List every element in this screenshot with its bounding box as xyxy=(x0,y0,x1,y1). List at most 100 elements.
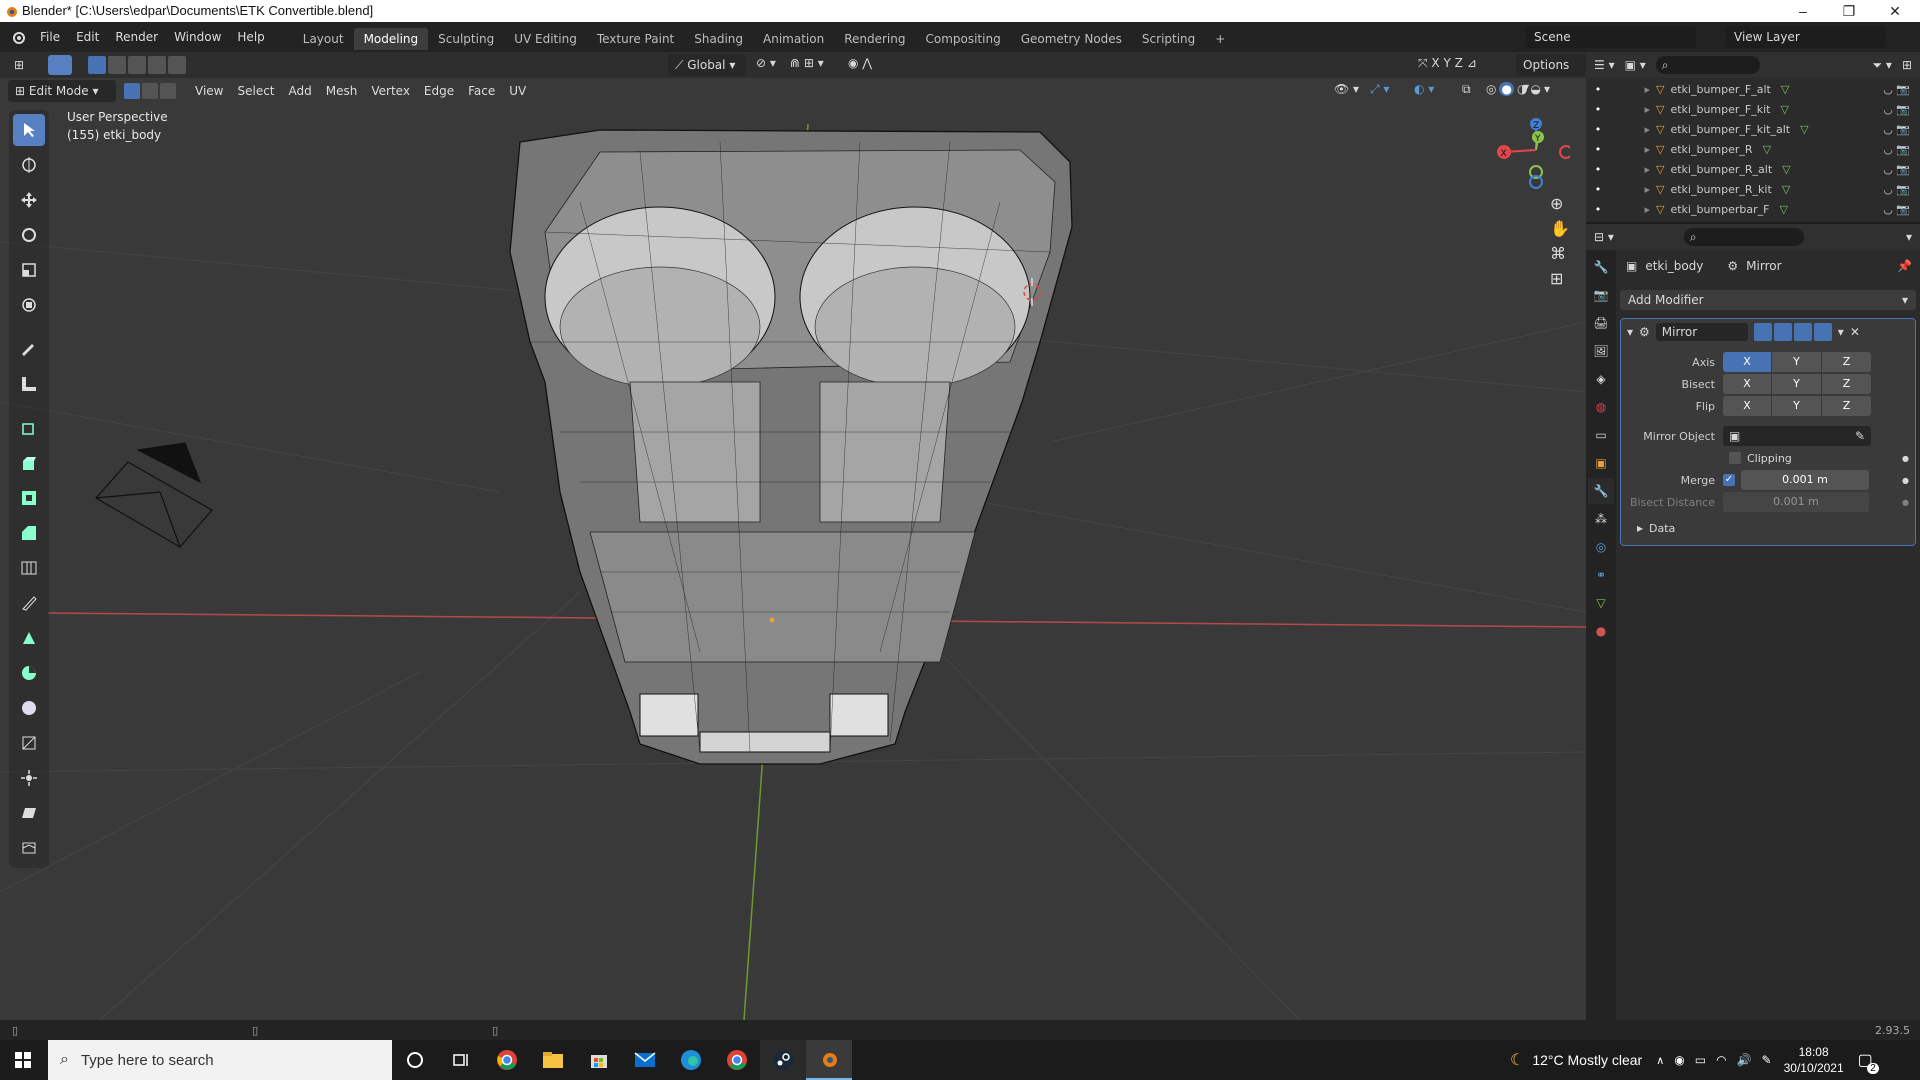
annotate-tool-icon[interactable] xyxy=(13,333,45,365)
extrude-tool-icon[interactable] xyxy=(13,447,45,479)
webcam-icon[interactable]: ◉ xyxy=(1674,1053,1684,1067)
bisect-z-toggle[interactable]: Z xyxy=(1822,374,1871,394)
outliner-item[interactable]: • ▸ ▽ etki_bumper_F_kit_alt ▽ ◡ 📷 xyxy=(1586,120,1920,140)
blender-taskbar-icon[interactable] xyxy=(806,1040,852,1080)
menu-window[interactable]: Window xyxy=(166,22,229,52)
poly-build-tool-icon[interactable] xyxy=(13,622,45,654)
volume-icon[interactable]: 🔊 xyxy=(1737,1053,1752,1067)
merge-distance-field[interactable]: 0.001 m xyxy=(1741,470,1869,490)
blender-menu-icon[interactable] xyxy=(10,29,26,45)
file-explorer-icon[interactable] xyxy=(530,1040,576,1080)
ortho-grid-icon[interactable]: ⊞ xyxy=(1550,269,1570,288)
data-tab-icon[interactable]: ▽ xyxy=(1588,590,1614,616)
zoom-icon[interactable]: ⊕ xyxy=(1550,194,1570,213)
scale-tool-icon[interactable] xyxy=(13,254,45,286)
remove-modifier-icon[interactable]: ✕ xyxy=(1850,325,1860,339)
scene-tab-icon[interactable]: ◈ xyxy=(1588,366,1614,392)
smooth-tool-icon[interactable] xyxy=(13,692,45,724)
add-workspace-icon[interactable]: + xyxy=(1205,28,1235,50)
add-cube-tool-icon[interactable] xyxy=(13,412,45,444)
menu-help[interactable]: Help xyxy=(229,22,272,52)
modifier-name-input[interactable]: Mirror xyxy=(1655,323,1748,341)
data-subpanel[interactable]: ▸ Data xyxy=(1621,517,1915,539)
object-tab-icon[interactable]: ▣ xyxy=(1588,450,1614,476)
bisect-y-toggle[interactable]: Y xyxy=(1772,374,1821,394)
tab-layout[interactable]: Layout xyxy=(293,28,354,50)
outliner-item[interactable]: • ▸ ▽ etki_bumper_R ▽ ◡ 📷 xyxy=(1586,140,1920,160)
tab-rendering[interactable]: Rendering xyxy=(834,28,915,50)
weather-moon-icon[interactable]: ☾ xyxy=(1510,1050,1524,1070)
wifi-icon[interactable]: ◠ xyxy=(1716,1053,1726,1067)
inset-tool-icon[interactable] xyxy=(13,482,45,514)
tab-compositing[interactable]: Compositing xyxy=(915,28,1010,50)
rip-region-tool-icon[interactable] xyxy=(13,832,45,864)
clock[interactable]: 18:08 30/10/2021 xyxy=(1784,1044,1844,1076)
pin-icon[interactable]: 📌 xyxy=(1897,259,1916,273)
cortana-icon[interactable] xyxy=(392,1040,438,1080)
flip-y-toggle[interactable]: Y xyxy=(1772,396,1821,416)
tab-uv-editing[interactable]: UV Editing xyxy=(504,28,587,50)
close-window-button[interactable]: ✕ xyxy=(1872,0,1918,22)
render-tab-icon[interactable]: 📷 xyxy=(1588,282,1614,308)
minimize-button[interactable]: – xyxy=(1780,0,1826,22)
select-tool-icon[interactable] xyxy=(13,114,45,146)
taskbar-search-box[interactable]: ⌕ Type here to search xyxy=(48,1040,392,1080)
cursor-tool-icon[interactable] xyxy=(13,149,45,181)
bisect-x-toggle[interactable]: X xyxy=(1723,374,1771,394)
mail-icon[interactable] xyxy=(622,1040,668,1080)
measure-tool-icon[interactable] xyxy=(13,368,45,400)
particles-tab-icon[interactable]: ⁂ xyxy=(1588,506,1614,532)
tab-modeling[interactable]: Modeling xyxy=(353,28,429,50)
modifier-menu-icon[interactable]: ▾ xyxy=(1838,325,1844,339)
notifications-icon[interactable]: ▢ 2 xyxy=(1858,1050,1879,1074)
scene-selector[interactable]: Scene xyxy=(1526,26,1696,48)
edge-icon[interactable] xyxy=(668,1040,714,1080)
axis-x-toggle[interactable]: X xyxy=(1723,352,1771,372)
menu-file[interactable]: File xyxy=(32,22,68,52)
constraints-tab-icon[interactable]: ⚭ xyxy=(1588,562,1614,588)
outliner-editor-icon[interactable]: ☰ ▾ xyxy=(1594,58,1615,72)
pen-icon[interactable]: ✎ xyxy=(1762,1053,1772,1067)
task-view-icon[interactable] xyxy=(438,1040,484,1080)
filter-icon[interactable]: ⏷ ▾ xyxy=(1872,58,1891,73)
clipping-checkbox[interactable] xyxy=(1729,452,1741,464)
tab-animation[interactable]: Animation xyxy=(753,28,834,50)
properties-search-input[interactable]: ⌕ xyxy=(1683,228,1804,246)
pan-hand-icon[interactable]: ✋ xyxy=(1550,219,1570,238)
modifier-toggles[interactable] xyxy=(1753,323,1832,341)
steam-icon[interactable] xyxy=(760,1040,806,1080)
output-tab-icon[interactable]: 🖨 xyxy=(1588,310,1614,336)
battery-icon[interactable]: ▭ xyxy=(1695,1053,1706,1067)
transform-tool-icon[interactable] xyxy=(13,289,45,321)
spin-tool-icon[interactable] xyxy=(13,657,45,689)
weather-text[interactable]: 12°C Mostly clear xyxy=(1532,1052,1642,1068)
navigation-gizmo[interactable]: Z Y X xyxy=(1490,112,1570,192)
physics-tab-icon[interactable]: ◎ xyxy=(1588,534,1614,560)
start-button[interactable] xyxy=(0,1040,46,1080)
rotate-tool-icon[interactable] xyxy=(13,219,45,251)
view-layer-selector[interactable]: View Layer xyxy=(1726,26,1886,48)
tool-tab-icon[interactable]: 🔧 xyxy=(1588,254,1614,280)
bevel-tool-icon[interactable] xyxy=(13,517,45,549)
maximize-button[interactable]: ❐ xyxy=(1826,0,1872,22)
menu-render[interactable]: Render xyxy=(107,22,166,52)
view-layer-tab-icon[interactable]: 🖼 xyxy=(1588,338,1614,364)
bisect-distance-field[interactable]: 0.001 m xyxy=(1723,492,1869,512)
new-collection-icon[interactable]: ⊞ xyxy=(1902,58,1912,72)
tab-texture-paint[interactable]: Texture Paint xyxy=(587,28,684,50)
tray-chevron-icon[interactable]: ∧ xyxy=(1656,1054,1664,1067)
outliner-item[interactable]: • ▸ ▽ etki_bumperbar_F ▽ ◡ 📷 xyxy=(1586,200,1920,220)
tab-shading[interactable]: Shading xyxy=(684,28,753,50)
menu-edit[interactable]: Edit xyxy=(68,22,107,52)
chrome-icon[interactable] xyxy=(484,1040,530,1080)
loop-cut-tool-icon[interactable] xyxy=(13,552,45,584)
chrome-alt-icon[interactable] xyxy=(714,1040,760,1080)
tab-geometry-nodes[interactable]: Geometry Nodes xyxy=(1011,28,1132,50)
shrink-fatten-tool-icon[interactable] xyxy=(13,762,45,794)
axis-y-toggle[interactable]: Y xyxy=(1772,352,1821,372)
world-tab-icon[interactable]: ◍ xyxy=(1588,394,1614,420)
edge-slide-tool-icon[interactable] xyxy=(13,727,45,759)
outliner-search-input[interactable]: ⌕ xyxy=(1655,56,1760,74)
display-mode-icon[interactable]: ▣ ▾ xyxy=(1625,58,1646,72)
outliner-item[interactable]: • ▸ ▽ etki_bumper_F_alt ▽ ◡ 📷 xyxy=(1586,80,1920,100)
